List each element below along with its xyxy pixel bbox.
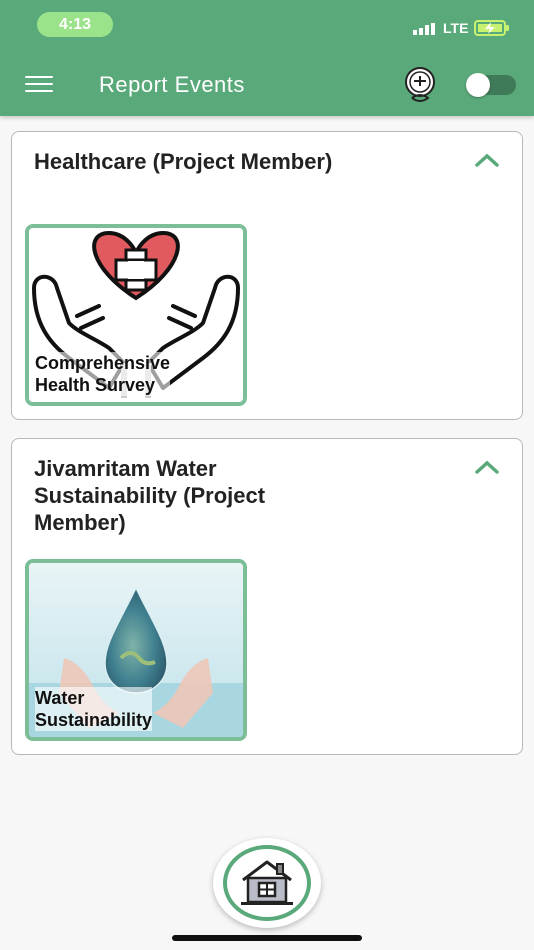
toggle-knob [466,73,490,97]
event-tile-health-survey[interactable]: Comprehensive Health Survey [25,224,247,406]
tile-label: Comprehensive Health Survey [35,352,171,396]
toggle-switch[interactable] [466,73,516,97]
home-indicator [172,935,362,941]
event-tile-water-sustainability[interactable]: Water Sustainability [25,559,247,741]
status-time: 4:13 [37,12,113,37]
home-button[interactable] [213,838,321,928]
signal-icon [413,23,435,35]
section-title: Healthcare (Project Member) [34,149,333,174]
chevron-up-icon[interactable] [474,152,500,168]
tile-label: Water Sustainability [35,687,153,731]
section-card-water: Jivamritam Water Sustainability (Project… [11,438,523,755]
home-icon [241,860,293,905]
chevron-up-icon[interactable] [474,459,500,475]
section-title: Jivamritam Water Sustainability (Project… [34,456,266,535]
app-header: 4:13 LTE Report Events [0,0,534,116]
menu-icon[interactable] [25,76,53,94]
network-label: LTE [443,20,469,36]
page-title: Report Events [99,72,245,97]
section-card-healthcare: Healthcare (Project Member) Comprehensiv… [11,131,523,420]
logo-icon [405,67,435,102]
battery-icon [474,20,509,36]
